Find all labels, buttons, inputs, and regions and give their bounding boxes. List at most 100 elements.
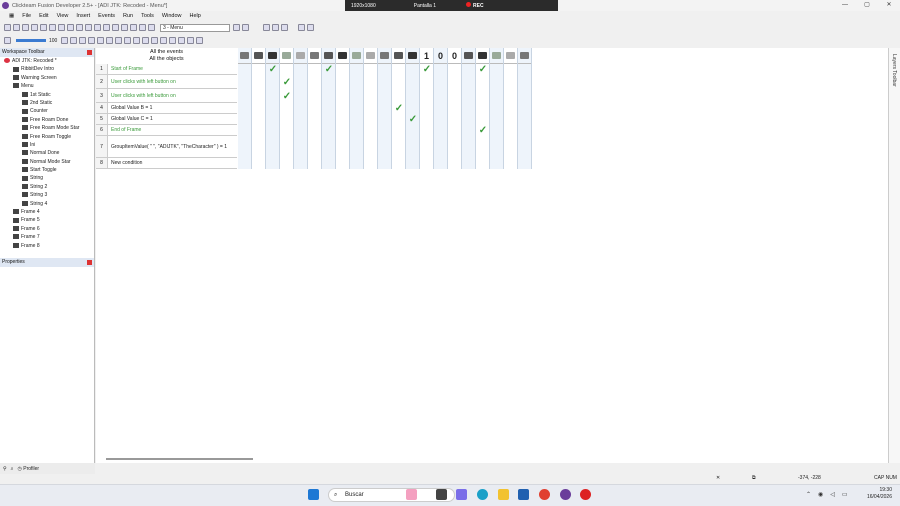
object-header-icon[interactable] xyxy=(280,48,293,64)
tree-item[interactable]: Normal Mode Star xyxy=(0,158,94,166)
event-condition[interactable]: Global Value C = 1 xyxy=(108,116,153,122)
tree-item[interactable]: Free Roam Toggle xyxy=(0,133,94,141)
clock[interactable]: 19:30 16/04/2026 xyxy=(867,487,892,501)
menu-edit[interactable]: Edit xyxy=(35,13,52,19)
tree-item[interactable]: Frame 4 xyxy=(0,208,94,216)
new-icon[interactable] xyxy=(4,24,11,31)
close-panel-icon[interactable] xyxy=(87,260,92,265)
menu-window[interactable]: Window xyxy=(158,13,186,19)
minimize-button[interactable]: — xyxy=(834,0,856,11)
zoom-slider[interactable] xyxy=(16,39,46,42)
menu-events[interactable]: Events xyxy=(94,13,119,19)
event-tool-14-icon[interactable] xyxy=(178,37,186,44)
object-header-icon[interactable] xyxy=(476,48,489,64)
action-checkmark[interactable]: ✓ xyxy=(406,114,420,125)
event-tool-3-icon[interactable] xyxy=(79,37,87,44)
redo-icon[interactable] xyxy=(67,24,74,31)
network-icon[interactable]: ◉ xyxy=(818,491,823,498)
action-checkmark[interactable]: ✓ xyxy=(420,64,434,75)
event-tool-1-icon[interactable] xyxy=(61,37,69,44)
object-column[interactable] xyxy=(336,48,350,169)
object-column[interactable] xyxy=(518,48,532,169)
frame-editor-icon[interactable] xyxy=(112,24,119,31)
event-row[interactable]: 5 Global Value C = 1 xyxy=(96,114,237,125)
object-header-icon[interactable] xyxy=(462,48,475,64)
tree-item[interactable]: Frame 6 xyxy=(0,225,94,233)
data-elements-icon[interactable] xyxy=(139,24,146,31)
action-checkmark[interactable]: ✓ xyxy=(322,64,336,75)
open-icon[interactable] xyxy=(13,24,20,31)
snap-icon[interactable] xyxy=(272,24,279,31)
close-status-icon[interactable]: ✕ xyxy=(716,474,720,483)
event-row[interactable]: 3 User clicks with left button on xyxy=(96,89,237,103)
tree-item[interactable]: String 2 xyxy=(0,183,94,191)
object-header-icon[interactable] xyxy=(238,48,251,64)
frame-select[interactable]: 3 - Menu xyxy=(160,23,230,32)
event-tool-6-icon[interactable] xyxy=(106,37,114,44)
object-header-icon[interactable] xyxy=(392,48,405,64)
event-tool-4-icon[interactable] xyxy=(88,37,96,44)
fusion-app-icon[interactable] xyxy=(560,489,571,500)
layers-icon[interactable] xyxy=(298,24,305,31)
chrome-icon[interactable] xyxy=(539,489,550,500)
start-button[interactable] xyxy=(308,489,319,500)
action-checkmark[interactable]: ✓ xyxy=(266,64,280,75)
object-column[interactable] xyxy=(378,48,392,169)
object-header-icon[interactable] xyxy=(406,48,419,64)
next-frame-icon[interactable] xyxy=(242,24,249,31)
event-condition[interactable]: Start of Frame xyxy=(108,66,143,72)
tree-item[interactable]: 2nd Static xyxy=(0,99,94,107)
tree-item[interactable]: RibbitDev Intro xyxy=(0,65,94,73)
object-header-icon[interactable] xyxy=(364,48,377,64)
event-editor-icon[interactable] xyxy=(121,24,128,31)
tree-item[interactable]: Start Toggle xyxy=(0,166,94,174)
rec-button[interactable]: REC xyxy=(466,2,484,9)
tree-item[interactable]: String xyxy=(0,174,94,182)
run-icon[interactable] xyxy=(76,24,83,31)
menu-file[interactable]: File xyxy=(18,13,35,19)
event-tool-9-icon[interactable] xyxy=(133,37,141,44)
object-column[interactable]: 0 xyxy=(448,48,462,169)
object-column[interactable] xyxy=(504,48,518,169)
object-header-icon[interactable] xyxy=(252,48,265,64)
event-tool-10-icon[interactable] xyxy=(142,37,150,44)
tree-item[interactable]: Frame 5 xyxy=(0,216,94,224)
close-panel-icon[interactable] xyxy=(87,50,92,55)
event-list-icon[interactable] xyxy=(130,24,137,31)
tree-item[interactable]: Free Roam Done xyxy=(0,116,94,124)
object-header-icon[interactable] xyxy=(504,48,517,64)
task-view-icon[interactable] xyxy=(436,489,447,500)
prev-frame-icon[interactable] xyxy=(233,24,240,31)
zoom-icon[interactable] xyxy=(4,37,11,44)
object-column[interactable] xyxy=(364,48,378,169)
object-header-icon[interactable] xyxy=(294,48,307,64)
event-tool-2-icon[interactable] xyxy=(70,37,78,44)
tree-item[interactable]: String 3 xyxy=(0,191,94,199)
object-header-icon[interactable] xyxy=(350,48,363,64)
stop-icon[interactable] xyxy=(85,24,92,31)
event-row[interactable]: 1 Start of Frame xyxy=(96,64,237,75)
event-row[interactable]: 2 User clicks with left button on xyxy=(96,75,237,89)
menu-help[interactable]: Help xyxy=(185,13,204,19)
search-tab-icon[interactable]: ⌕ xyxy=(11,466,14,472)
object-header-icon[interactable] xyxy=(490,48,503,64)
event-condition[interactable]: Global Value B = 1 xyxy=(108,105,152,111)
event-tool-5-icon[interactable] xyxy=(97,37,105,44)
undo-icon[interactable] xyxy=(58,24,65,31)
action-checkmark[interactable]: ✓ xyxy=(392,103,406,114)
event-tool-7-icon[interactable] xyxy=(115,37,123,44)
tree-item[interactable]: 1st Static xyxy=(0,91,94,99)
cut-icon[interactable] xyxy=(31,24,38,31)
chevron-up-icon[interactable]: ⌃ xyxy=(806,491,811,498)
object-header-icon[interactable] xyxy=(336,48,349,64)
event-tool-15-icon[interactable] xyxy=(187,37,195,44)
tree-item[interactable]: Ini xyxy=(0,141,94,149)
tree-item[interactable]: ADI JTK: Recoded * xyxy=(0,57,94,65)
tree-item[interactable]: Counter xyxy=(0,107,94,115)
object-column[interactable] xyxy=(490,48,504,169)
menu-tools[interactable]: Tools xyxy=(137,13,158,19)
horizontal-scrollbar[interactable] xyxy=(96,456,876,462)
options-icon[interactable] xyxy=(307,24,314,31)
store-icon[interactable] xyxy=(518,489,529,500)
event-condition[interactable]: User clicks with left button on xyxy=(108,93,176,99)
